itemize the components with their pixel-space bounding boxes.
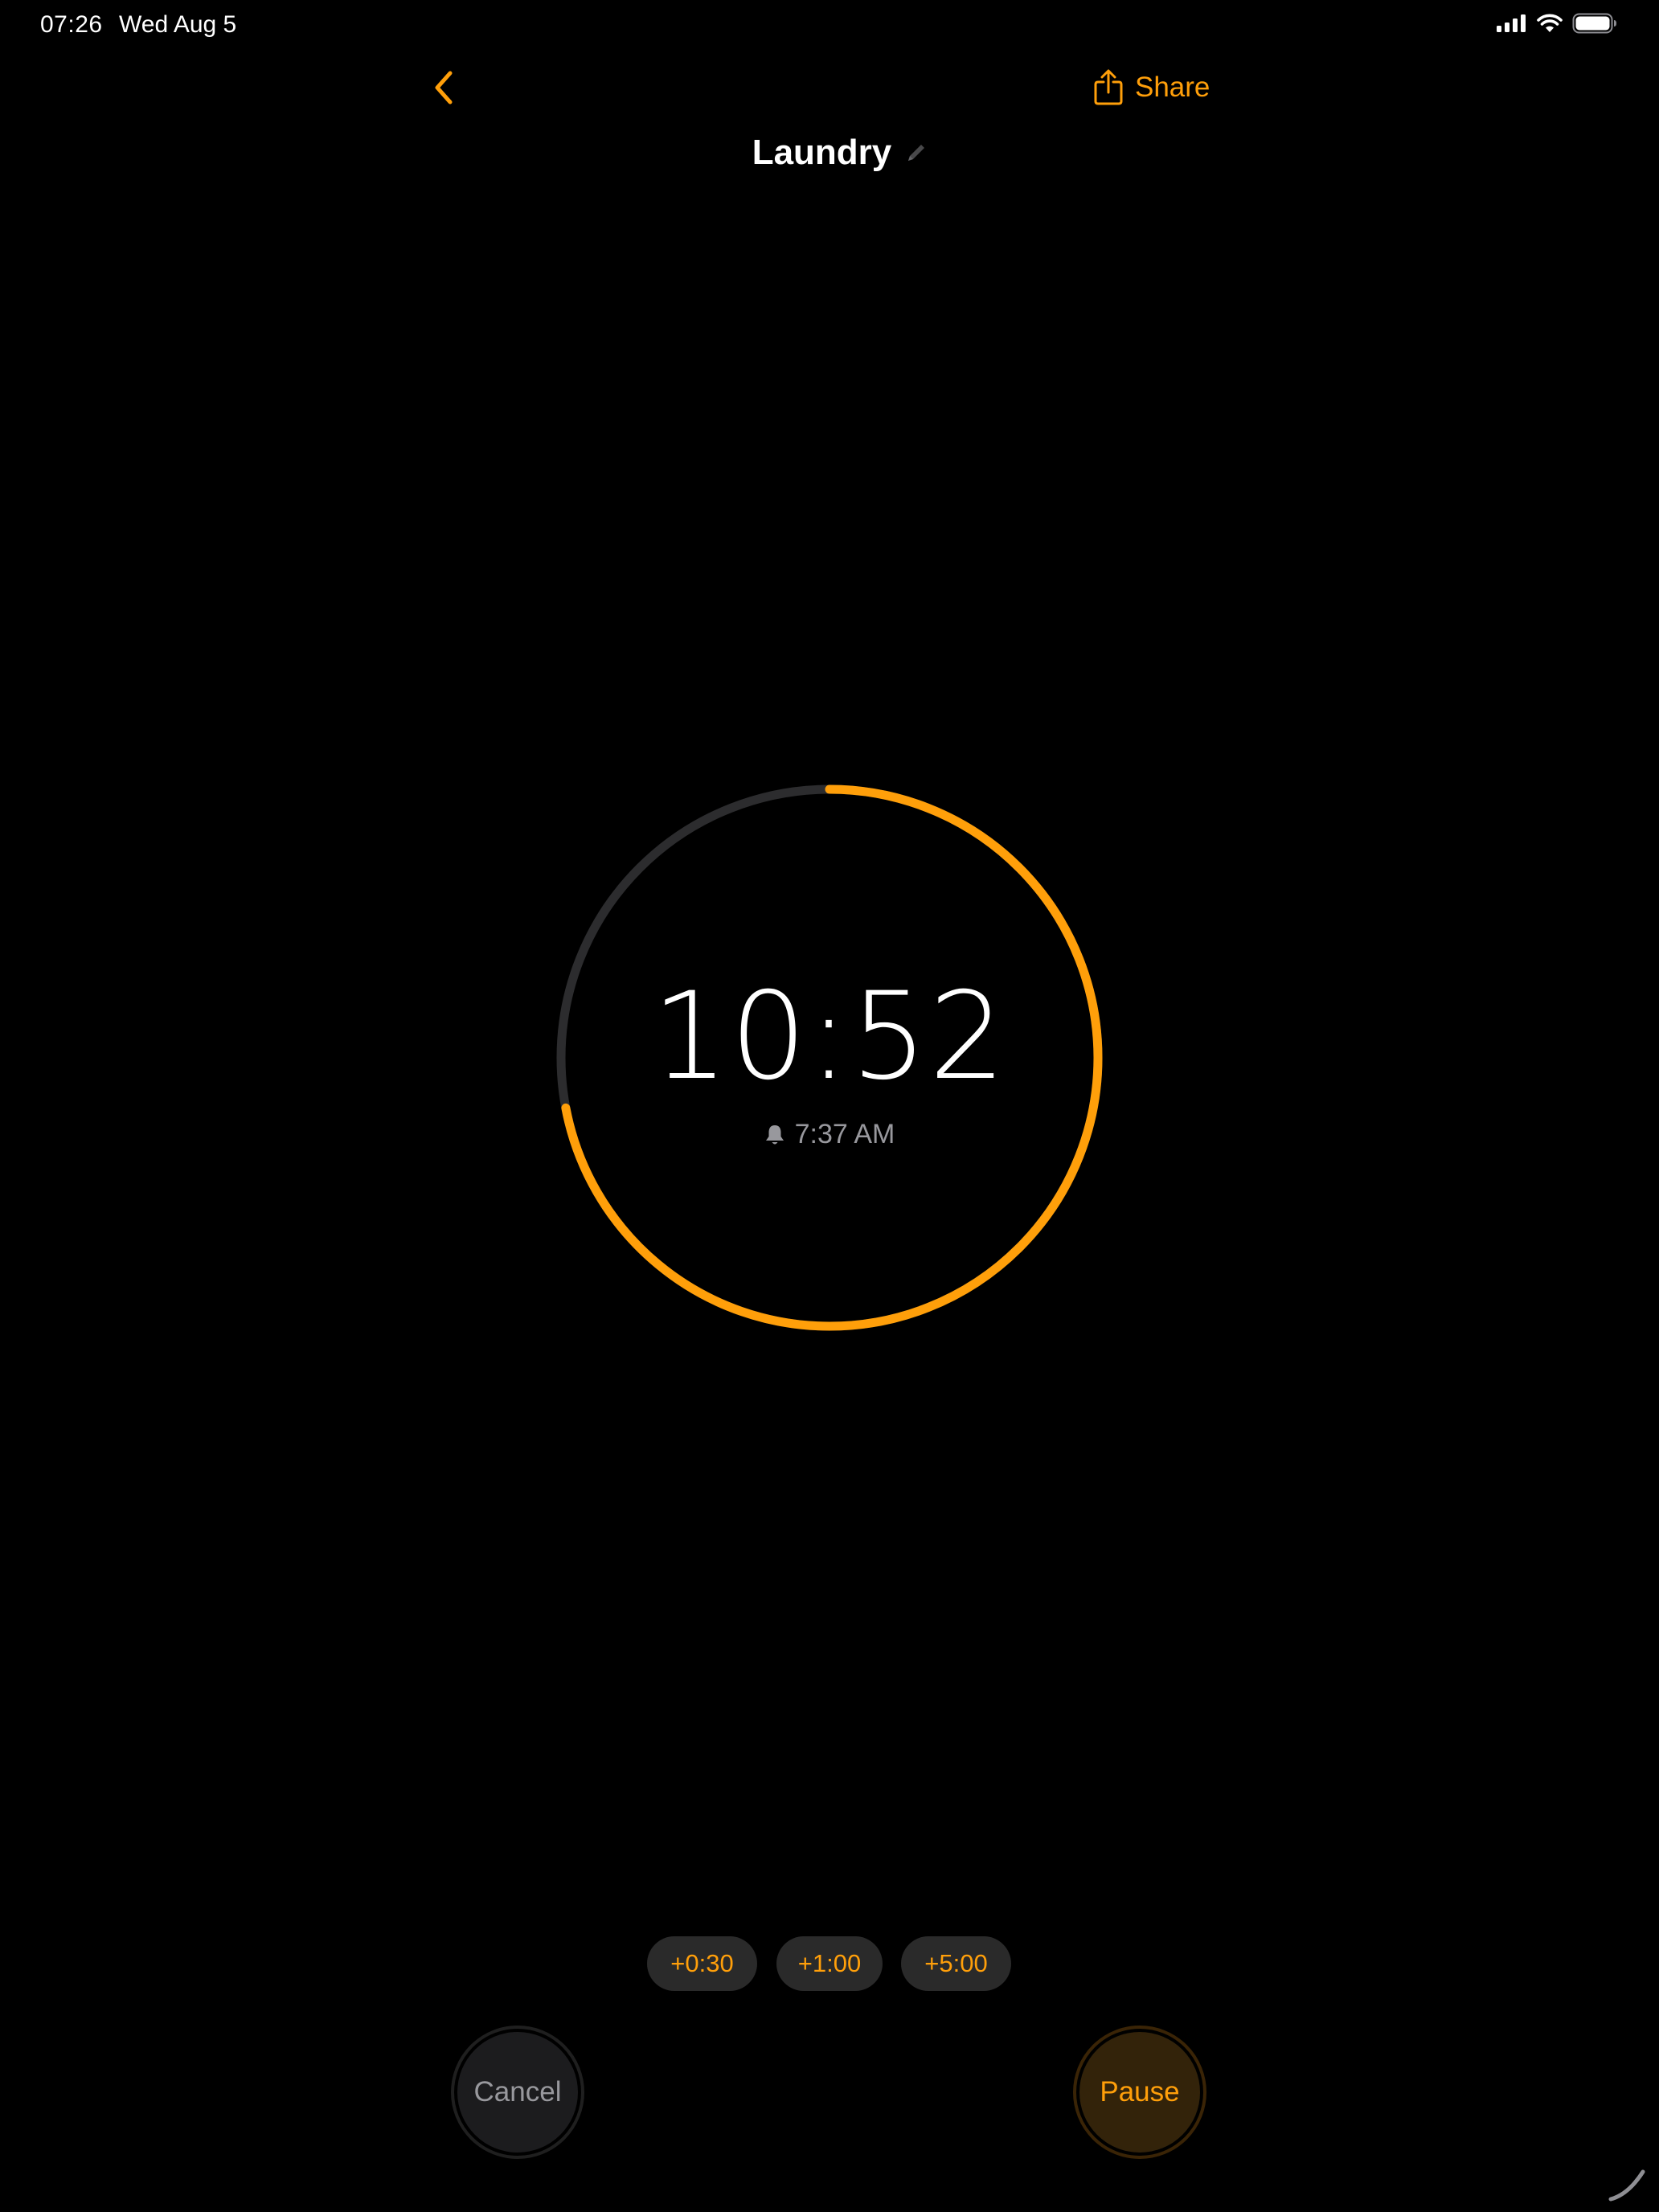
pause-label: Pause bbox=[1079, 2032, 1200, 2153]
cancel-label: Cancel bbox=[457, 2032, 578, 2153]
countdown-time: 10:52 bbox=[651, 967, 1008, 1107]
alarm-time: 7:37 AM bbox=[794, 1119, 895, 1149]
alarm-row: 7:37 AM bbox=[0, 1119, 1659, 1150]
add-1-minute-button[interactable]: +1:00 bbox=[776, 1936, 883, 1991]
corner-indicator-icon bbox=[1608, 2169, 1645, 2202]
pause-button[interactable]: Pause bbox=[1073, 2026, 1206, 2159]
add-5-minutes-button[interactable]: +5:00 bbox=[901, 1936, 1011, 1991]
cancel-button[interactable]: Cancel bbox=[451, 2026, 584, 2159]
add-30-seconds-button[interactable]: +0:30 bbox=[647, 1936, 757, 1991]
bell-icon bbox=[765, 1124, 784, 1144]
